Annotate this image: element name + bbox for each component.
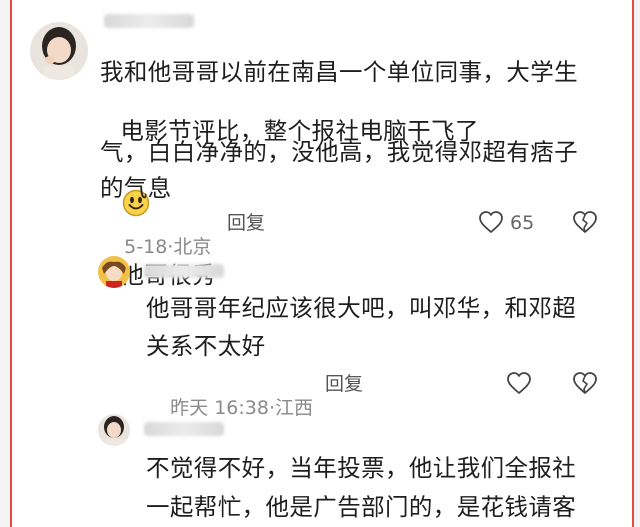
like-count: 65 (510, 212, 535, 234)
reply-button[interactable]: 回复 (227, 211, 265, 235)
comment-date: 5-18 (124, 236, 168, 258)
comment-line: 气，白白净净的，没他高，我觉得邓超有痞子 (100, 138, 578, 166)
avatar[interactable] (30, 22, 88, 80)
comment-line: 我和他哥哥以前在南昌一个单位同事，大学生 (100, 58, 578, 86)
comment-line: 的气息 (100, 174, 172, 202)
comment-location: 江西 (275, 397, 314, 419)
username-blurred (144, 422, 224, 436)
dislike-broken-heart-icon[interactable] (572, 210, 598, 234)
avatar[interactable] (98, 414, 130, 446)
comment-line: 关系不太好 (146, 332, 266, 360)
comment-location: 北京 (173, 236, 212, 258)
dislike-broken-heart-icon[interactable] (572, 371, 598, 395)
comment-line: 他哥哥年纪应该很大吧，叫邓华，和邓超 (146, 294, 577, 322)
username-blurred (144, 264, 224, 278)
like-heart-icon[interactable] (478, 210, 504, 234)
comment-date: 昨天 16:38 (170, 397, 269, 419)
username-blurred (104, 14, 194, 28)
reply-button[interactable]: 回复 (325, 372, 363, 396)
comment-thread: 我和他哥哥以前在南昌一个单位同事，大学生 电影节评比，整个报社电脑干飞了 他哥很… (10, 0, 634, 527)
comment-line-with-emoji: 电影节评比，整个报社电脑干飞了 他哥很秀 (100, 92, 479, 289)
comment-line: 不觉得不好，当年投票，他让我们全报社 (146, 454, 577, 482)
like-heart-icon[interactable] (506, 371, 532, 395)
comment-line: 一起帮忙，他是广告部门的，是花钱请客 (146, 493, 577, 521)
avatar[interactable] (98, 256, 130, 288)
